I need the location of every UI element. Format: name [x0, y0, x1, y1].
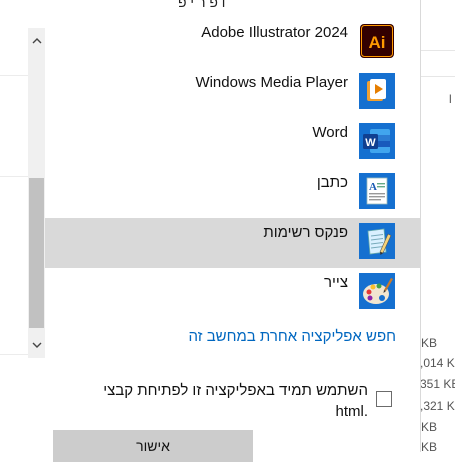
adobe-illustrator-icon: Ai — [358, 22, 396, 60]
svg-text:Ai: Ai — [369, 33, 386, 52]
app-item-windows-media-player[interactable]: Windows Media Player — [45, 68, 420, 118]
app-item-wordpad[interactable]: A כתבן — [45, 168, 420, 218]
word-icon: W — [358, 122, 396, 160]
app-label: Windows Media Player — [195, 74, 348, 91]
ok-button[interactable]: אישור — [53, 430, 253, 462]
app-label: Adobe Illustrator 2024 — [201, 24, 348, 41]
explorer-text: l — [449, 92, 452, 106]
notepad-icon — [358, 222, 396, 260]
app-item-word[interactable]: W Word — [45, 118, 420, 168]
divider — [420, 50, 455, 51]
divider — [420, 76, 455, 77]
app-label: פנקס רשימות — [263, 224, 348, 241]
app-label: צייר — [324, 274, 348, 291]
file-size: KB — [421, 420, 438, 434]
always-use-label: השתמש תמיד באפליקציה זו לפתיחת קבצי .htm… — [103, 382, 368, 420]
dialog-heading-partial: ו פ ר י פ — [178, 0, 226, 10]
app-label: כתבן — [316, 174, 348, 191]
app-list-scrollbar[interactable] — [28, 28, 45, 358]
windows-media-player-icon — [358, 72, 396, 110]
scroll-thumb[interactable] — [29, 178, 44, 328]
file-size: 351 KB — [420, 377, 455, 391]
find-other-app-link[interactable]: חפש אפליקציה אחרת במחשב זה — [28, 328, 396, 345]
scroll-up-button[interactable] — [28, 28, 45, 54]
file-size: KB — [421, 336, 438, 350]
divider — [0, 176, 28, 177]
chevron-up-icon — [32, 38, 41, 44]
paint-icon — [358, 272, 396, 310]
app-item-paint[interactable]: צייר — [45, 268, 420, 318]
file-size: ,014 KB — [420, 356, 455, 370]
app-item-adobe-illustrator[interactable]: Ai Adobe Illustrator 2024 — [45, 18, 420, 68]
wordpad-icon: A — [358, 172, 396, 210]
app-label: Word — [312, 124, 348, 141]
always-use-checkbox[interactable] — [376, 391, 392, 407]
file-size: ,321 KB — [420, 399, 455, 413]
app-item-notepad[interactable]: פנקס רשימות — [45, 218, 420, 268]
svg-text:A: A — [369, 181, 377, 193]
svg-text:W: W — [365, 137, 376, 149]
app-list: Ai Adobe Illustrator 2024 Windows Media … — [45, 18, 420, 318]
open-with-dialog: ו פ ר י פ Ai Adobe Illustrator 2024 Wind… — [28, 0, 421, 462]
divider — [0, 75, 28, 76]
divider — [0, 354, 28, 355]
